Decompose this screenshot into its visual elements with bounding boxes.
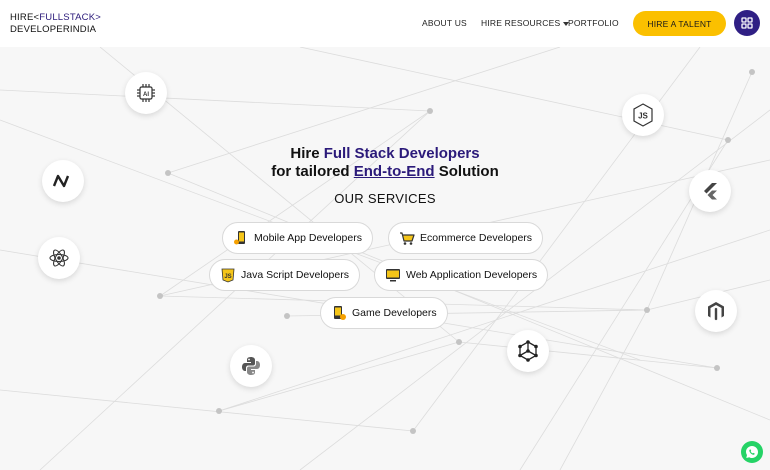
service-ecommerce-label: Ecommerce Developers	[420, 232, 533, 244]
game-controller-icon	[331, 305, 347, 321]
web-application-icon	[385, 267, 401, 283]
mobile-app-icon	[233, 230, 249, 246]
nav-about-label: ABOUT US	[422, 18, 467, 28]
service-mobile-app[interactable]: Mobile App Developers	[222, 222, 373, 254]
svg-text:JS: JS	[638, 112, 648, 121]
nav-hire-resources-label: HIRE RESOURCES	[481, 18, 561, 28]
grid-icon	[741, 17, 753, 29]
ai-chip-badge: AI	[125, 72, 167, 114]
logo-text-line2: DEVELOPERINDIA	[10, 24, 97, 35]
react-badge	[38, 237, 80, 279]
hero-line1-accent: Full Stack Developers	[323, 145, 480, 162]
svg-text:AI: AI	[143, 92, 149, 98]
hire-a-talent-button[interactable]: HIRE A TALENT	[633, 11, 726, 36]
blockchain-icon	[518, 340, 538, 362]
nodejs-badge: JS	[622, 94, 664, 136]
nav-about-us[interactable]: ABOUT US	[422, 18, 467, 28]
nav-hire-resources[interactable]: HIRE RESOURCES	[481, 18, 570, 28]
nav-portfolio-label: PORTFOLIO	[568, 18, 619, 28]
hero-line2-prefix: for tailored	[271, 163, 354, 180]
hero-line2-suffix: Solution	[434, 163, 499, 180]
site-logo[interactable]: HIRE<FULLSTACK> DEVELOPERINDIA	[10, 12, 101, 36]
blockchain-badge	[507, 330, 549, 372]
logo-text-prefix: HIRE<	[10, 12, 40, 23]
whatsapp-icon	[746, 446, 758, 458]
service-game-label: Game Developers	[352, 307, 437, 319]
svg-text:JS: JS	[224, 274, 231, 280]
python-icon	[242, 357, 260, 375]
logo-text-accent: FULLSTACK	[39, 12, 96, 23]
service-javascript-label: Java Script Developers	[241, 269, 349, 281]
service-ecommerce[interactable]: Ecommerce Developers	[388, 222, 544, 254]
magento-icon	[708, 302, 724, 321]
site-header: HIRE<FULLSTACK> DEVELOPERINDIA ABOUT US …	[0, 0, 770, 47]
services-title: OUR SERVICES	[334, 191, 436, 206]
nodejs-icon: JS	[633, 103, 653, 127]
javascript-shield-icon: JS	[220, 267, 236, 283]
hero-line1-prefix: Hire	[290, 145, 324, 162]
service-mobile-label: Mobile App Developers	[254, 232, 362, 244]
service-webapp-label: Web Application Developers	[406, 269, 538, 281]
ai-chip-icon: AI	[137, 84, 155, 102]
react-icon	[49, 249, 69, 267]
whatsapp-chat-button[interactable]	[741, 441, 763, 463]
hero-line2-accent: End-to-End	[353, 163, 435, 180]
nav-portfolio[interactable]: PORTFOLIO	[568, 18, 619, 28]
service-javascript[interactable]: JS Java Script Developers	[209, 259, 360, 291]
hire-a-talent-label: HIRE A TALENT	[647, 18, 712, 29]
service-web-application[interactable]: Web Application Developers	[374, 259, 549, 291]
grid-menu-button[interactable]	[734, 10, 760, 36]
magento-badge	[695, 290, 737, 332]
service-game[interactable]: Game Developers	[320, 297, 448, 329]
shopping-cart-icon	[399, 230, 415, 246]
python-badge	[230, 345, 272, 387]
logo-text-suffix: >	[95, 12, 101, 23]
hero-heading: Hire Full Stack Developers for tailored …	[0, 145, 770, 181]
